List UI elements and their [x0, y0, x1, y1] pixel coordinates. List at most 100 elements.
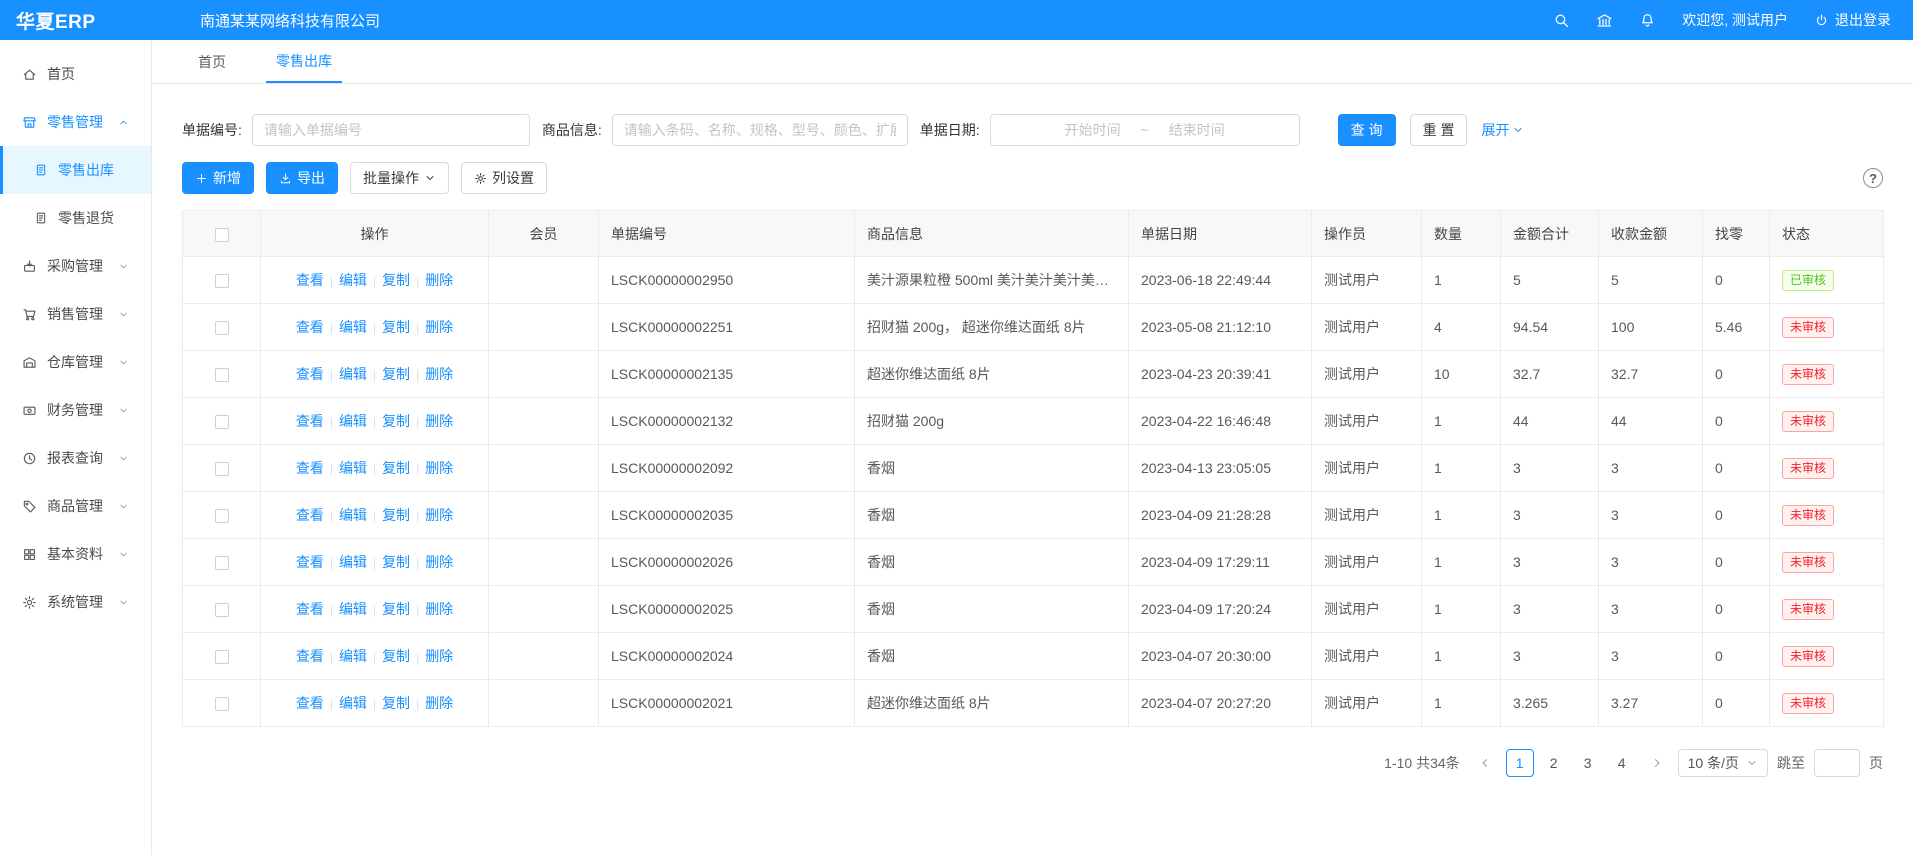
cell-date: 2023-04-09 17:20:24: [1129, 586, 1312, 633]
row-action-delete[interactable]: 删除: [425, 413, 453, 429]
sidebar-item-retail-return[interactable]: 零售退货: [0, 194, 151, 242]
row-action-copy[interactable]: 复制: [382, 319, 410, 335]
row-checkbox[interactable]: [215, 415, 229, 429]
row-action-copy[interactable]: 复制: [382, 507, 410, 523]
sidebar-item-basic-data[interactable]: 基本资料: [0, 530, 151, 578]
row-action-delete[interactable]: 删除: [425, 366, 453, 382]
row-action-copy[interactable]: 复制: [382, 601, 410, 617]
page-button-2[interactable]: 2: [1540, 749, 1568, 777]
row-action-view[interactable]: 查看: [296, 319, 324, 335]
sidebar-item-retail-outbound[interactable]: 零售出库: [0, 146, 151, 194]
page-button-3[interactable]: 3: [1574, 749, 1602, 777]
row-action-view[interactable]: 查看: [296, 366, 324, 382]
tab-home[interactable]: 首页: [188, 40, 236, 83]
sidebar-item-home[interactable]: 首页: [0, 50, 151, 98]
row-checkbox[interactable]: [215, 509, 229, 523]
row-action-view[interactable]: 查看: [296, 601, 324, 617]
row-action-view[interactable]: 查看: [296, 413, 324, 429]
select-all-checkbox[interactable]: [215, 228, 229, 242]
row-action-copy[interactable]: 复制: [382, 413, 410, 429]
row-action-delete[interactable]: 删除: [425, 507, 453, 523]
row-action-edit[interactable]: 编辑: [339, 507, 367, 523]
cell-received: 3: [1599, 445, 1703, 492]
action-divider: |: [373, 697, 376, 711]
row-action-view[interactable]: 查看: [296, 695, 324, 711]
bill-no-input[interactable]: [252, 114, 530, 146]
cell-actions: 查看|编辑|复制|删除: [261, 445, 489, 492]
sidebar-item-purchase[interactable]: 采购管理: [0, 242, 151, 290]
product-info-input[interactable]: [612, 114, 908, 146]
sidebar-item-finance[interactable]: 财务管理: [0, 386, 151, 434]
row-action-edit[interactable]: 编辑: [339, 319, 367, 335]
row-checkbox[interactable]: [215, 462, 229, 476]
sidebar-item-label: 系统管理: [47, 592, 103, 612]
next-page-button[interactable]: [1645, 749, 1669, 777]
row-action-delete[interactable]: 删除: [425, 554, 453, 570]
page-button-4[interactable]: 4: [1608, 749, 1636, 777]
row-action-delete[interactable]: 删除: [425, 272, 453, 288]
cell-checkbox: [183, 257, 261, 304]
cell-operator: 测试用户: [1312, 445, 1422, 492]
search-button[interactable]: 查 询: [1338, 114, 1396, 146]
action-divider: |: [373, 274, 376, 288]
row-action-delete[interactable]: 删除: [425, 319, 453, 335]
row-action-edit[interactable]: 编辑: [339, 413, 367, 429]
status-badge: 已审核: [1782, 270, 1834, 291]
column-settings-button[interactable]: 列设置: [461, 162, 547, 194]
row-checkbox[interactable]: [215, 368, 229, 382]
row-action-copy[interactable]: 复制: [382, 648, 410, 664]
row-action-view[interactable]: 查看: [296, 507, 324, 523]
bank-icon[interactable]: [1596, 12, 1613, 29]
row-checkbox[interactable]: [215, 603, 229, 617]
logout-button[interactable]: 退出登录: [1814, 10, 1891, 30]
row-action-delete[interactable]: 删除: [425, 601, 453, 617]
row-action-edit[interactable]: 编辑: [339, 272, 367, 288]
row-action-view[interactable]: 查看: [296, 554, 324, 570]
sidebar-item-system[interactable]: 系统管理: [0, 578, 151, 626]
bell-icon[interactable]: [1639, 12, 1656, 29]
page-button-1[interactable]: 1: [1506, 749, 1534, 777]
row-action-delete[interactable]: 删除: [425, 695, 453, 711]
row-action-edit[interactable]: 编辑: [339, 695, 367, 711]
date-range-picker[interactable]: 开始时间 ~ 结束时间: [990, 114, 1300, 146]
row-action-edit[interactable]: 编辑: [339, 648, 367, 664]
prev-page-button[interactable]: [1473, 749, 1497, 777]
row-action-delete[interactable]: 删除: [425, 460, 453, 476]
row-action-view[interactable]: 查看: [296, 648, 324, 664]
row-action-edit[interactable]: 编辑: [339, 554, 367, 570]
page-size-select[interactable]: 10 条/页: [1678, 749, 1768, 777]
batch-actions-button[interactable]: 批量操作: [350, 162, 449, 194]
row-checkbox[interactable]: [215, 697, 229, 711]
row-action-copy[interactable]: 复制: [382, 695, 410, 711]
row-action-copy[interactable]: 复制: [382, 460, 410, 476]
row-action-edit[interactable]: 编辑: [339, 366, 367, 382]
cell-date: 2023-04-09 21:28:28: [1129, 492, 1312, 539]
row-checkbox[interactable]: [215, 556, 229, 570]
search-icon[interactable]: [1553, 12, 1570, 29]
cell-actions: 查看|编辑|复制|删除: [261, 633, 489, 680]
sidebar-item-sales[interactable]: 销售管理: [0, 290, 151, 338]
row-checkbox[interactable]: [215, 274, 229, 288]
row-checkbox[interactable]: [215, 650, 229, 664]
row-action-edit[interactable]: 编辑: [339, 460, 367, 476]
row-action-copy[interactable]: 复制: [382, 272, 410, 288]
row-action-copy[interactable]: 复制: [382, 366, 410, 382]
add-button[interactable]: 新增: [182, 162, 254, 194]
tab-retail-outbound[interactable]: 零售出库: [266, 40, 342, 83]
row-action-view[interactable]: 查看: [296, 460, 324, 476]
row-action-edit[interactable]: 编辑: [339, 601, 367, 617]
expand-toggle[interactable]: 展开: [1481, 120, 1524, 140]
export-button[interactable]: 导出: [266, 162, 338, 194]
row-action-view[interactable]: 查看: [296, 272, 324, 288]
sidebar-item-goods[interactable]: 商品管理: [0, 482, 151, 530]
reset-button[interactable]: 重 置: [1410, 114, 1468, 146]
help-icon[interactable]: ?: [1863, 168, 1883, 188]
row-checkbox[interactable]: [215, 321, 229, 335]
row-action-delete[interactable]: 删除: [425, 648, 453, 664]
sidebar-item-label: 零售管理: [47, 112, 103, 132]
sidebar-item-warehouse[interactable]: 仓库管理: [0, 338, 151, 386]
sidebar-item-report[interactable]: 报表查询: [0, 434, 151, 482]
sidebar-item-retail[interactable]: 零售管理: [0, 98, 151, 146]
row-action-copy[interactable]: 复制: [382, 554, 410, 570]
jump-input[interactable]: [1814, 749, 1860, 777]
